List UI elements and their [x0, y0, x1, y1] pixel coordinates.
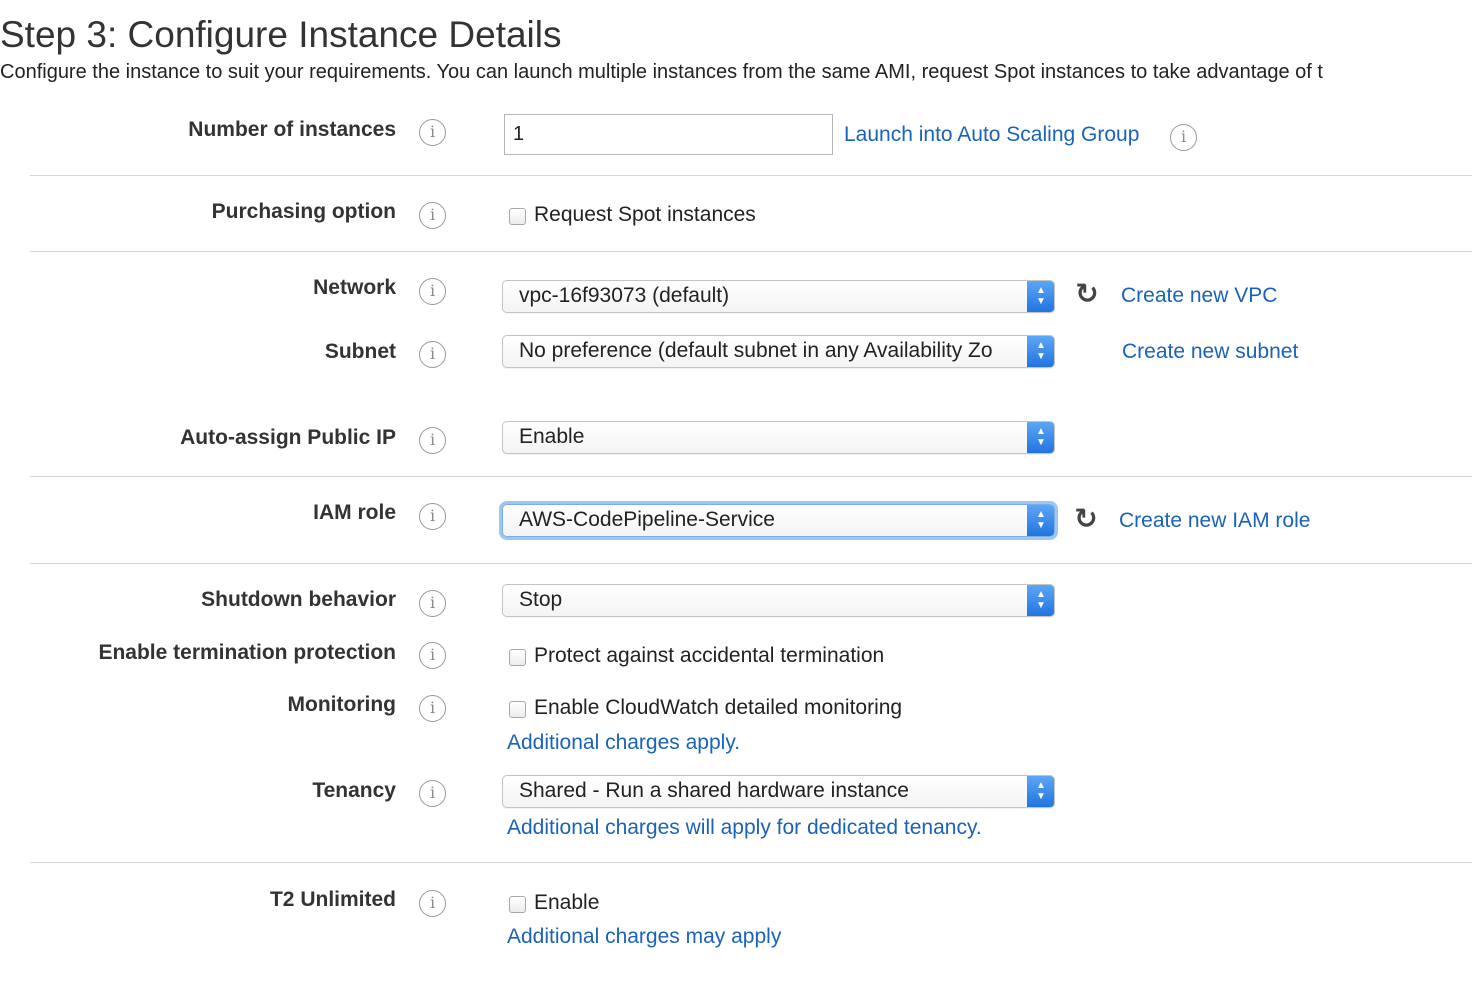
select-arrows-icon: ▲ ▼ [1027, 585, 1054, 616]
info-icon[interactable]: i [419, 780, 446, 807]
termination-protection-label: Enable termination protection [98, 641, 396, 664]
info-icon[interactable]: i [419, 202, 446, 229]
cloudwatch-monitoring-checkbox[interactable] [509, 701, 526, 718]
refresh-icon[interactable]: ↻ [1071, 504, 1101, 534]
shutdown-behavior-label: Shutdown behavior [201, 588, 396, 611]
iam-role-select[interactable]: AWS-CodePipeline-Service ▲ ▼ [502, 504, 1055, 537]
info-icon[interactable]: i [419, 278, 446, 305]
info-icon[interactable]: i [419, 695, 446, 722]
divider [30, 251, 1472, 252]
info-icon[interactable]: i [419, 341, 446, 368]
tenancy-select-value: Shared - Run a shared hardware instance [519, 779, 909, 802]
termination-protection-text[interactable]: Protect against accidental termination [534, 644, 884, 668]
create-new-vpc-link[interactable]: Create new VPC [1121, 284, 1277, 308]
info-icon[interactable]: i [419, 590, 446, 617]
divider [30, 862, 1472, 863]
iam-role-label: IAM role [313, 501, 396, 524]
shutdown-behavior-select[interactable]: Stop ▲ ▼ [502, 584, 1055, 617]
divider [30, 175, 1472, 176]
page-description: Configure the instance to suit your requ… [0, 61, 1323, 83]
tenancy-select[interactable]: Shared - Run a shared hardware instance … [502, 775, 1055, 808]
launch-auto-scaling-link[interactable]: Launch into Auto Scaling Group [844, 123, 1139, 147]
additional-charges-may-apply-link[interactable]: Additional charges may apply [507, 925, 781, 949]
divider [30, 476, 1472, 477]
iam-role-select-value: AWS-CodePipeline-Service [519, 508, 775, 531]
create-new-iam-role-link[interactable]: Create new IAM role [1119, 509, 1310, 533]
select-arrows-icon: ▲ ▼ [1027, 776, 1054, 807]
info-icon[interactable]: i [419, 890, 446, 917]
network-select-value: vpc-16f93073 (default) [519, 284, 730, 307]
select-arrows-icon: ▲ ▼ [1027, 336, 1054, 367]
num-instances-label: Number of instances [188, 118, 396, 141]
num-instances-input[interactable] [504, 114, 833, 155]
shutdown-select-value: Stop [519, 588, 563, 611]
t2-unlimited-text[interactable]: Enable [534, 891, 599, 915]
t2-unlimited-checkbox[interactable] [509, 896, 526, 913]
divider [30, 563, 1472, 564]
network-label: Network [313, 276, 396, 299]
cloudwatch-monitoring-text[interactable]: Enable CloudWatch detailed monitoring [534, 696, 902, 720]
select-arrows-icon: ▲ ▼ [1027, 505, 1054, 536]
auto-assign-public-ip-label: Auto-assign Public IP [180, 426, 396, 449]
info-icon[interactable]: i [419, 427, 446, 454]
create-new-subnet-link[interactable]: Create new subnet [1122, 340, 1298, 364]
public-ip-select[interactable]: Enable ▲ ▼ [502, 421, 1055, 454]
additional-charges-link[interactable]: Additional charges apply. [507, 731, 740, 755]
public-ip-select-value: Enable [519, 425, 585, 448]
t2-unlimited-label: T2 Unlimited [269, 888, 396, 911]
request-spot-checkbox[interactable] [509, 208, 526, 225]
subnet-select[interactable]: No preference (default subnet in any Ava… [502, 335, 1055, 368]
info-icon[interactable]: i [419, 642, 446, 669]
info-icon[interactable]: i [1170, 124, 1197, 151]
subnet-select-value: No preference (default subnet in any Ava… [519, 339, 993, 362]
network-select[interactable]: vpc-16f93073 (default) ▲ ▼ [502, 280, 1055, 313]
refresh-icon[interactable]: ↻ [1072, 279, 1102, 309]
tenancy-label: Tenancy [312, 779, 396, 802]
select-arrows-icon: ▲ ▼ [1027, 281, 1054, 312]
info-icon[interactable]: i [419, 119, 446, 146]
purchasing-option-label: Purchasing option [211, 200, 396, 223]
request-spot-label[interactable]: Request Spot instances [534, 203, 756, 227]
page-title: Step 3: Configure Instance Details [0, 14, 562, 55]
select-arrows-icon: ▲ ▼ [1027, 422, 1054, 453]
info-icon[interactable]: i [419, 503, 446, 530]
dedicated-tenancy-charges-link[interactable]: Additional charges will apply for dedica… [507, 816, 982, 840]
monitoring-label: Monitoring [287, 693, 396, 716]
termination-protection-checkbox[interactable] [509, 649, 526, 666]
subnet-label: Subnet [324, 340, 396, 363]
